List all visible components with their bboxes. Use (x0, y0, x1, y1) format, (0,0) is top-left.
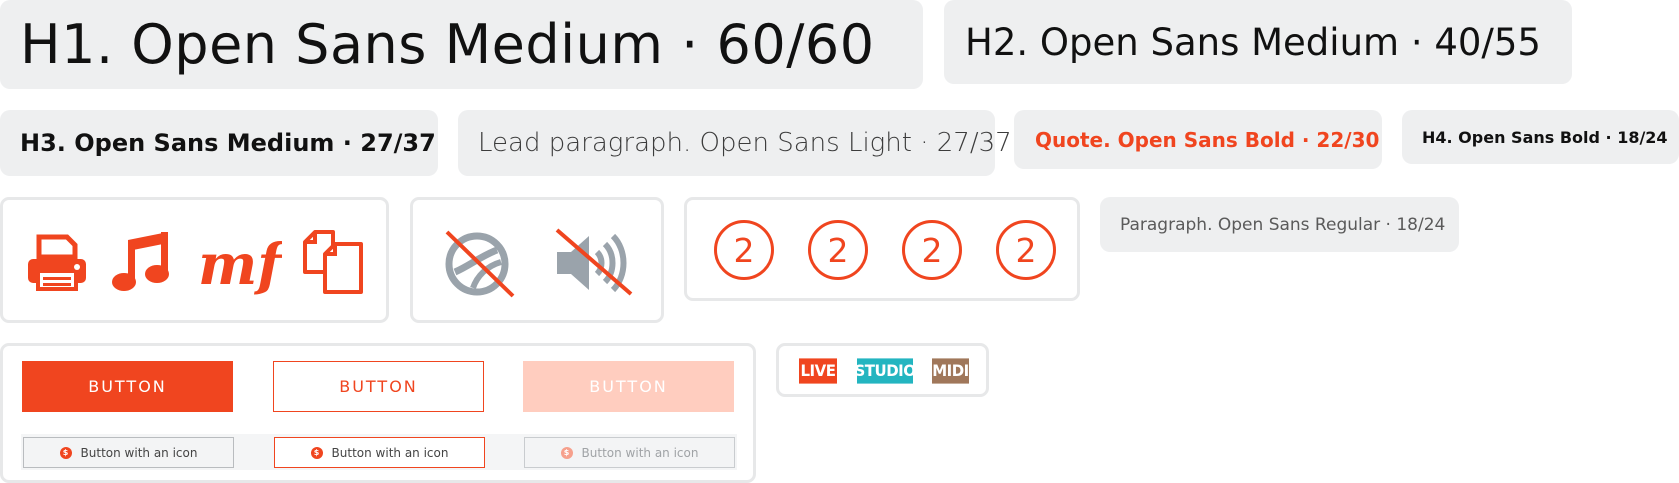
live-tag[interactable]: LIVE (799, 358, 837, 384)
number-badge[interactable]: 2 (996, 220, 1056, 280)
primary-button[interactable]: BUTTON (22, 361, 233, 412)
quote-text: Quote. Open Sans Bold · 22/30 (1035, 127, 1380, 152)
muted-speaker-icon[interactable] (553, 228, 637, 298)
h3-sample: H3. Open Sans Medium · 27/37 (0, 110, 438, 176)
lead-paragraph-sample: Lead paragraph. Open Sans Light · 27/37 (458, 110, 1012, 176)
number-badge[interactable]: 2 (808, 220, 868, 280)
paragraph-text: Paragraph. Open Sans Regular · 18/24 (1120, 214, 1446, 235)
h3-text: H3. Open Sans Medium · 27/37 (20, 129, 436, 157)
mf-dynamic-icon[interactable]: mf (196, 226, 282, 296)
dollar-icon: $ (59, 446, 72, 459)
icon-button-outline[interactable]: $ Button with an icon (274, 437, 485, 468)
disabled-button[interactable]: BUTTON (523, 361, 734, 412)
icon-button-row: $ Button with an icon $ Button with an i… (21, 434, 737, 470)
svg-text:mf: mf (198, 232, 282, 296)
h2-text: H2. Open Sans Medium · 40/55 (965, 20, 1541, 64)
icon-button-label: Button with an icon (80, 445, 198, 460)
number-badge-panel: 2 2 2 2 (684, 197, 1080, 301)
icon-button-label: Button with an icon (331, 445, 449, 460)
h1-sample: H1. Open Sans Medium · 60/60 (0, 0, 923, 89)
number-badge[interactable]: 2 (714, 220, 774, 280)
icon-button-default[interactable]: $ Button with an icon (23, 437, 234, 468)
mode-tags-panel: LIVE STUDIO MIDI (776, 343, 989, 397)
disabled-icon-panel (410, 197, 664, 323)
music-note-icon[interactable] (111, 230, 173, 294)
studio-tag[interactable]: STUDIO (855, 358, 916, 384)
paragraph-sample: Paragraph. Open Sans Regular · 18/24 (1100, 197, 1459, 252)
printer-icon[interactable] (25, 231, 89, 295)
number-badge[interactable]: 2 (902, 220, 962, 280)
secondary-button[interactable]: BUTTON (273, 361, 484, 412)
lead-text: Lead paragraph. Open Sans Light · 27/37 (478, 128, 1012, 158)
h1-text: H1. Open Sans Medium · 60/60 (20, 13, 875, 76)
icon-set-panel: mf (0, 197, 389, 323)
h4-sample: H4. Open Sans Bold · 18/24 (1402, 110, 1679, 164)
h4-text: H4. Open Sans Bold · 18/24 (1422, 127, 1668, 147)
midi-tag[interactable]: MIDI (932, 358, 969, 384)
icon-button-disabled[interactable]: $ Button with an icon (524, 437, 735, 468)
no-globe-icon[interactable] (441, 228, 517, 300)
icon-button-label: Button with an icon (581, 445, 699, 460)
dollar-icon: $ (310, 446, 323, 459)
h2-sample: H2. Open Sans Medium · 40/55 (944, 0, 1572, 84)
quote-sample: Quote. Open Sans Bold · 22/30 (1014, 110, 1382, 169)
copy-icon[interactable] (301, 228, 367, 296)
dollar-icon: $ (560, 446, 573, 459)
button-styles-panel: BUTTON BUTTON BUTTON $ Button with an ic… (0, 343, 756, 483)
